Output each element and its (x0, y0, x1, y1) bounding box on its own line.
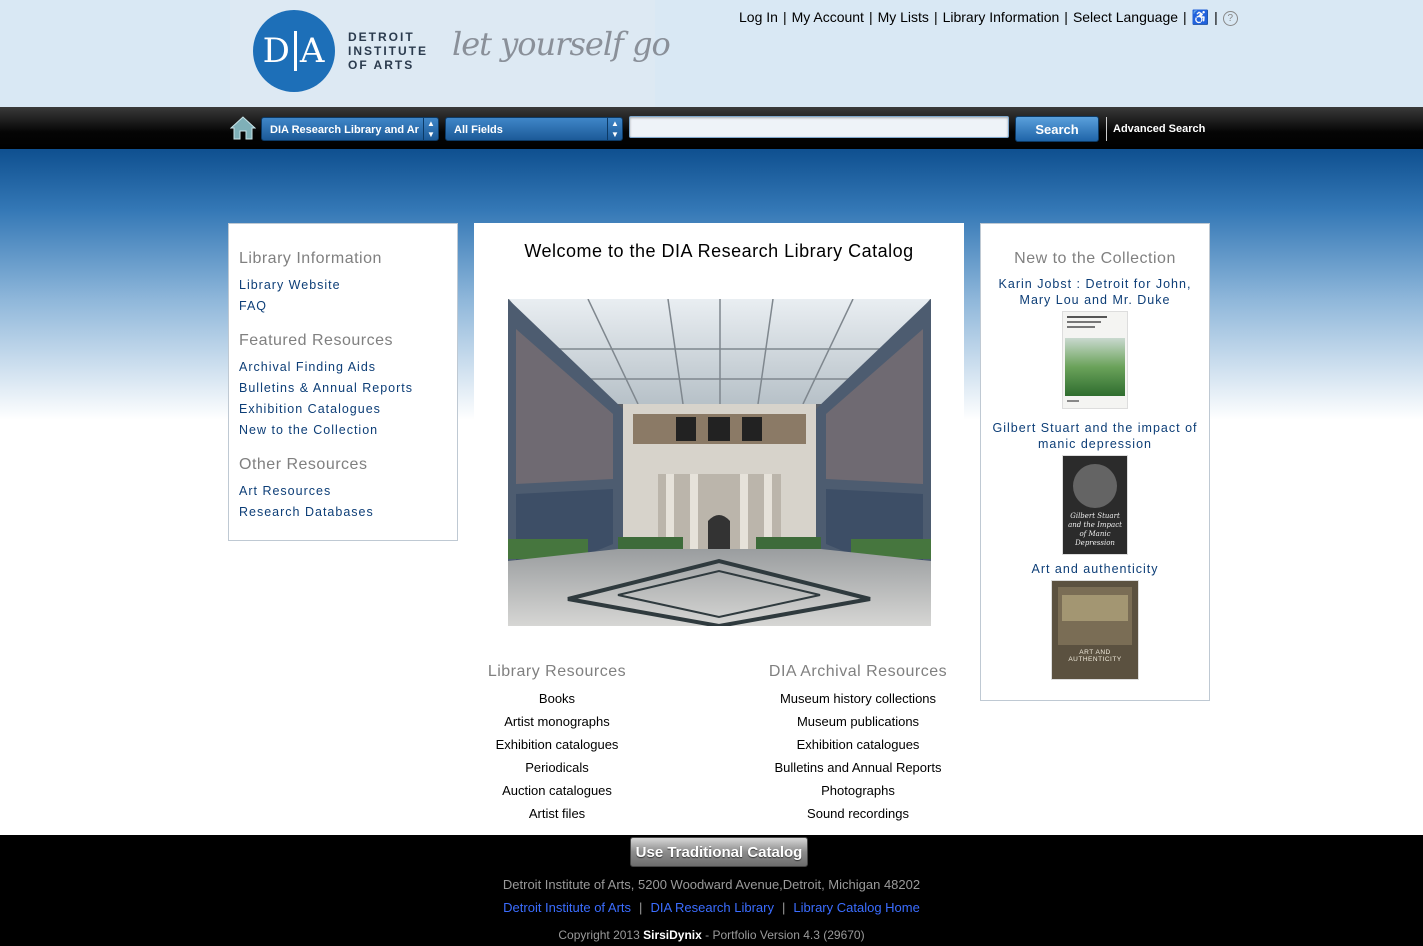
cover-title: ART AND AUTHENTICITY (1068, 649, 1122, 663)
books-link[interactable]: Books (457, 687, 657, 710)
help-icon[interactable]: ? (1222, 10, 1238, 26)
library-website-link[interactable]: Library Website (239, 278, 447, 299)
footer-links: Detroit Institute of Arts | DIA Research L… (503, 900, 920, 915)
utility-nav: Log In | My Account | My Lists | Library Infor… (739, 9, 1238, 26)
archival-resources-list: DIA Archival Resources Museum history co… (758, 663, 958, 825)
my-account-link[interactable]: My Account (792, 9, 864, 25)
dia-research-library-link[interactable]: DIA Research Library (650, 900, 774, 915)
select-language-link[interactable]: Select Language (1073, 9, 1178, 25)
library-resources-heading: Library Resources (487, 663, 627, 680)
copyright-suffix: - Portfolio Version 4.3 (29670) (701, 928, 865, 942)
home-icon[interactable] (230, 115, 256, 141)
section-heading: Featured Resources (239, 332, 393, 349)
museum-history-link[interactable]: Museum history collections (758, 687, 958, 710)
select-arrows-icon: ▲ ▼ (607, 118, 622, 140)
archival-exhibition-catalogues-link[interactable]: Exhibition catalogues (758, 733, 958, 756)
wheelchair-icon[interactable]: ♿ (1192, 9, 1209, 25)
auction-catalogues-link[interactable]: Auction catalogues (457, 779, 657, 802)
copyright: Copyright 2013 SirsiDynix - Portfolio Ve… (0, 928, 1423, 942)
center-panel: Welcome to the DIA Research Library Cata… (474, 223, 964, 833)
field-select[interactable]: All Fields ▲ ▼ (445, 117, 623, 141)
left-panel: Library Information Library Website FAQ … (228, 223, 458, 541)
new-item-title[interactable]: Gilbert Stuart and the impact of manic d… (981, 420, 1209, 452)
copyright-prefix: Copyright 2013 (558, 928, 644, 942)
tagline: let yourself go (452, 25, 671, 63)
footer-address: Detroit Institute of Arts, 5200 Woodward… (502, 877, 921, 892)
library-select[interactable]: DIA Research Library and Ar ▲ ▼ (261, 117, 439, 141)
sirsidynix-brand: SirsiDynix (643, 928, 702, 942)
artist-monographs-link[interactable]: Artist monographs (457, 710, 657, 733)
new-collection-heading: New to the Collection (1014, 250, 1176, 267)
select-arrows-icon: ▲ ▼ (423, 118, 438, 140)
section-heading: Other Resources (239, 456, 368, 473)
book-cover[interactable] (1062, 311, 1128, 409)
section-heading: Library Information (239, 250, 382, 267)
faq-link[interactable]: FAQ (239, 299, 447, 320)
new-item-title[interactable]: Art and authenticity (981, 561, 1209, 577)
cover-art (1073, 464, 1117, 508)
cover-art (1062, 595, 1128, 621)
exhibition-catalogues-link[interactable]: Exhibition Catalogues (239, 402, 447, 423)
research-databases-link[interactable]: Research Databases (239, 505, 447, 526)
archival-resources-heading: DIA Archival Resources (768, 663, 948, 680)
exhibition-catalogues-link[interactable]: Exhibition catalogues (457, 733, 657, 756)
archival-finding-aids-link[interactable]: Archival Finding Aids (239, 360, 447, 381)
dia-home-link[interactable]: Detroit Institute of Arts (503, 900, 631, 915)
book-cover[interactable]: ART AND AUTHENTICITY (1051, 580, 1139, 680)
periodicals-link[interactable]: Periodicals (457, 756, 657, 779)
page-title: Welcome to the DIA Research Library Cata… (524, 241, 914, 261)
right-panel: New to the Collection Karin Jobst : Detr… (980, 223, 1210, 701)
my-lists-link[interactable]: My Lists (878, 9, 929, 25)
book-cover[interactable]: Gilbert Stuart and the Impact of Manic D… (1062, 455, 1128, 555)
bulletins-annual-reports-link[interactable]: Bulletins and Annual Reports (758, 756, 958, 779)
library-information-link[interactable]: Library Information (943, 9, 1060, 25)
new-item-title[interactable]: Karin Jobst : Detroit for John, Mary Lou… (981, 276, 1209, 308)
sound-recordings-link[interactable]: Sound recordings (758, 802, 958, 825)
rivera-court-photo (508, 299, 931, 626)
field-select-value: All Fields (454, 124, 503, 136)
library-catalog-home-link[interactable]: Library Catalog Home (793, 900, 919, 915)
search-button[interactable]: Search (1015, 116, 1099, 142)
photographs-link[interactable]: Photographs (758, 779, 958, 802)
advanced-search-link[interactable]: Advanced Search (1106, 117, 1205, 141)
museum-publications-link[interactable]: Museum publications (758, 710, 958, 733)
search-input[interactable] (629, 116, 1009, 138)
bulletins-link[interactable]: Bulletins & Annual Reports (239, 381, 447, 402)
institution-name: DETROIT INSTITUTE OF ARTS (348, 30, 428, 72)
library-resources-list: Library Resources Books Artist monograph… (457, 663, 657, 825)
use-traditional-catalog-button[interactable]: Use Traditional Catalog (630, 837, 808, 867)
artist-files-link[interactable]: Artist files (457, 802, 657, 825)
art-resources-link[interactable]: Art Resources (239, 484, 447, 505)
library-select-value: DIA Research Library and Ar (270, 124, 419, 136)
new-to-collection-link[interactable]: New to the Collection (239, 423, 447, 444)
dia-logo[interactable]: DA (253, 10, 335, 92)
login-link[interactable]: Log In (739, 9, 778, 25)
cover-title: Gilbert Stuart and the Impact of Manic D… (1068, 512, 1122, 547)
